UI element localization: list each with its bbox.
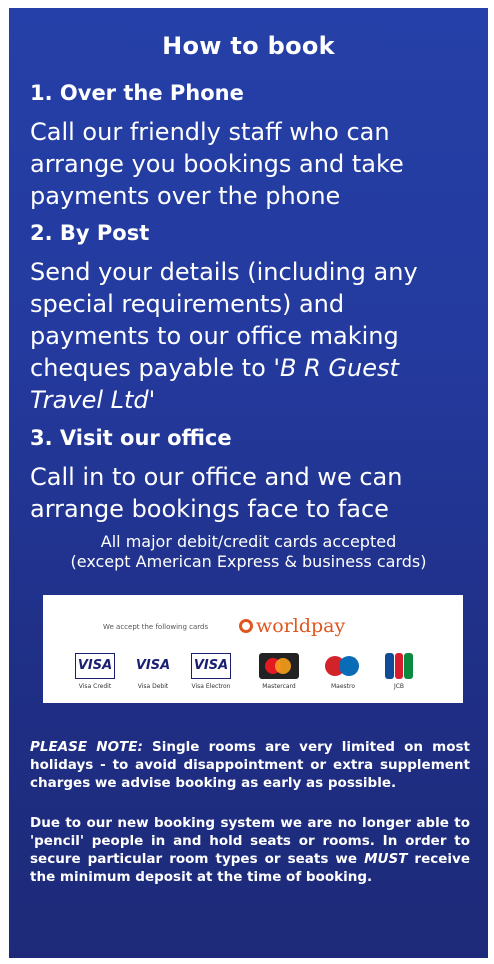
card-caption: Mastercard: [262, 683, 296, 690]
worldpay-banner: We accept the following cards worldpay: [43, 615, 463, 637]
office-text: Call in to our office and we can arrange…: [30, 463, 403, 523]
visa-electron-icon: VISA: [191, 653, 231, 679]
phone-text: Call our friendly staff who can arrange …: [30, 118, 404, 210]
card-caption: JCB: [393, 683, 405, 690]
how-to-book-panel: How to book 1. Over the Phone Call our f…: [9, 8, 488, 958]
maestro-icon: [325, 653, 361, 679]
worldpay-logo: worldpay: [239, 615, 345, 637]
visa-credit-icon: VISA: [75, 653, 115, 679]
booking-note-must: MUST: [364, 851, 408, 867]
jcb-icon: [385, 653, 414, 679]
worldpay-label: worldpay: [256, 615, 346, 637]
card-caption: Visa Electron: [191, 683, 231, 690]
card-caption: Maestro: [330, 683, 356, 690]
cards-exceptions-line: (except American Express & business card…: [70, 552, 427, 571]
booking-system-note: Due to our new booking system we are no …: [30, 814, 470, 886]
panel-title: How to book: [162, 32, 335, 60]
card-caption: Visa Credit: [78, 683, 112, 690]
card-caption: Visa Debit: [137, 683, 169, 690]
cards-accepted-line: All major debit/credit cards accepted: [100, 532, 397, 551]
visa-debit-icon: VISA: [133, 653, 173, 679]
payment-cards-image: We accept the following cards worldpay V…: [43, 595, 463, 703]
post-heading: 2. By Post: [30, 221, 150, 245]
accept-text: We accept the following cards: [103, 623, 209, 631]
mastercard-icon: [259, 653, 299, 679]
office-heading: 3. Visit our office: [30, 426, 232, 450]
please-note: PLEASE NOTE: Single rooms are very limit…: [30, 738, 470, 792]
worldpay-swirl-icon: [239, 619, 253, 633]
please-note-label: PLEASE NOTE:: [30, 739, 143, 755]
phone-heading: 1. Over the Phone: [30, 81, 244, 105]
post-text: Send your details (including any special…: [30, 256, 470, 416]
